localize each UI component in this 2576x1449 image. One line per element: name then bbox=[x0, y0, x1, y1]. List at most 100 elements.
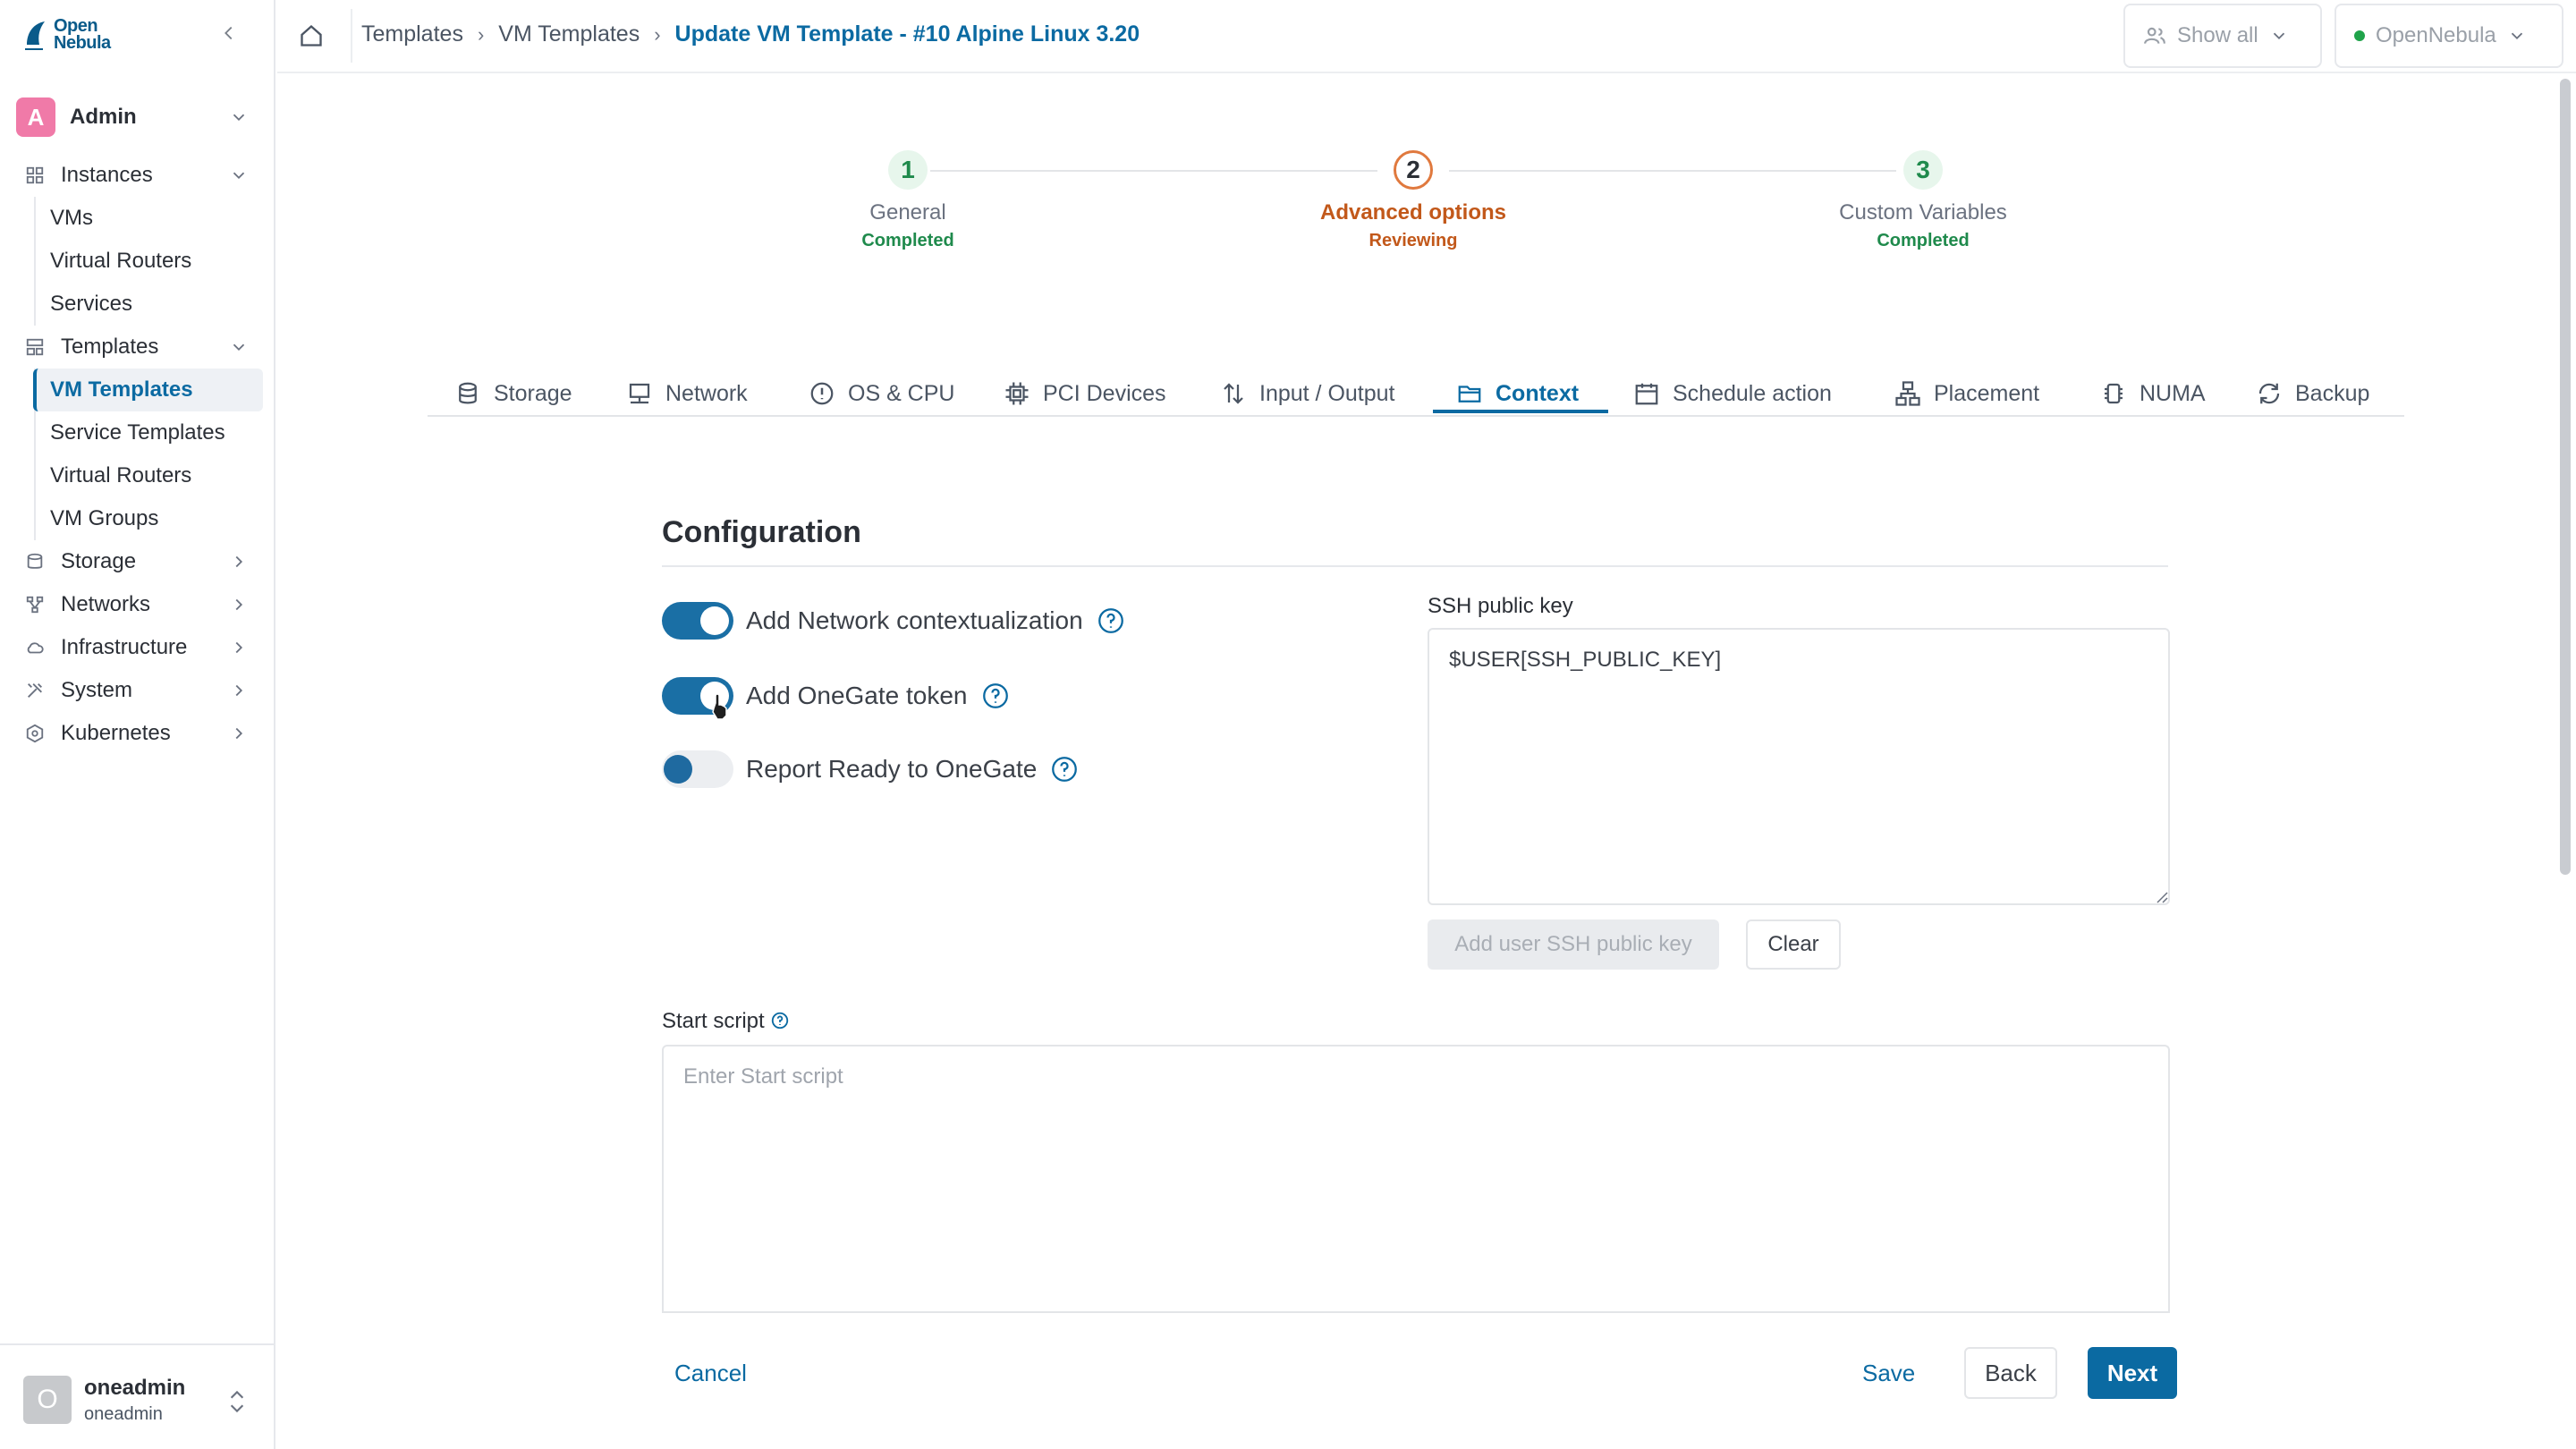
sidebar-section-templates[interactable]: Templates bbox=[0, 326, 275, 369]
chevron-updown-icon[interactable] bbox=[225, 1386, 249, 1417]
add-user-ssh-key-button[interactable]: Add user SSH public key bbox=[1428, 919, 1719, 970]
step-status: Reviewing bbox=[1368, 231, 1458, 250]
sidebar-item-virtual-routers[interactable]: Virtual Routers bbox=[36, 240, 275, 283]
sidebar-sub-templates: VM Templates Service Templates Virtual R… bbox=[33, 369, 275, 540]
tab-schedule-action[interactable]: Schedule action bbox=[1633, 370, 1832, 417]
next-button[interactable]: Next bbox=[2088, 1347, 2177, 1399]
switch-knob bbox=[664, 755, 692, 784]
clear-ssh-key-button[interactable]: Clear bbox=[1746, 919, 1841, 970]
tab-os-cpu[interactable]: OS & CPU bbox=[809, 370, 954, 417]
current-user-name: oneadmin bbox=[84, 1376, 186, 1400]
sidebar-section-kubernetes[interactable]: Kubernetes bbox=[0, 712, 275, 755]
tab-storage[interactable]: Storage bbox=[454, 370, 572, 417]
info-circle-icon bbox=[810, 382, 834, 405]
logo-text: Open Nebula bbox=[54, 17, 111, 52]
zone-label: OpenNebula bbox=[2376, 23, 2496, 47]
sidebar-section-label: System bbox=[61, 678, 133, 702]
resize-grip-icon[interactable] bbox=[2154, 889, 2168, 903]
save-button[interactable]: Save bbox=[1862, 1360, 1915, 1387]
sidebar-section-instances[interactable]: Instances bbox=[0, 154, 275, 197]
section-title: Configuration bbox=[662, 515, 861, 549]
step-number: 1 bbox=[888, 150, 928, 190]
chevron-right-icon bbox=[235, 727, 243, 740]
help-icon[interactable] bbox=[1049, 754, 1080, 784]
help-icon[interactable] bbox=[770, 1011, 790, 1030]
kubernetes-icon bbox=[26, 724, 44, 743]
chevron-right-icon: › bbox=[477, 22, 485, 46]
zone-status-dot bbox=[2354, 30, 2365, 41]
home-icon[interactable] bbox=[299, 23, 324, 48]
step-custom-variables[interactable]: 3 Custom Variables Completed bbox=[1789, 150, 2057, 251]
switch-knob bbox=[700, 606, 729, 635]
folder-icon bbox=[1458, 386, 1481, 402]
active-tab-indicator bbox=[1433, 410, 1608, 413]
start-script-placeholder: Enter Start script bbox=[683, 1064, 843, 1089]
start-script-label: Start script bbox=[662, 1009, 765, 1033]
monitor-network-icon bbox=[629, 383, 650, 404]
breadcrumb-templates[interactable]: Templates bbox=[361, 21, 463, 47]
chevron-right-icon bbox=[235, 598, 243, 611]
cancel-button[interactable]: Cancel bbox=[674, 1360, 747, 1387]
chevron-down-icon bbox=[2511, 32, 2522, 40]
step-status: Completed bbox=[861, 231, 954, 250]
step-advanced-options[interactable]: 2 Advanced options Reviewing bbox=[1279, 150, 1547, 251]
tab-label: Storage bbox=[494, 380, 572, 406]
network-contextualization-switch[interactable] bbox=[662, 602, 733, 640]
chevron-down-icon bbox=[233, 114, 245, 122]
current-user-panel[interactable]: O oneadmin oneadmin bbox=[0, 1343, 275, 1449]
zone-selector[interactable]: OpenNebula bbox=[2334, 4, 2563, 68]
sidebar-item-vm-templates[interactable]: VM Templates bbox=[33, 369, 263, 411]
breadcrumb-vm-templates[interactable]: VM Templates bbox=[498, 21, 640, 47]
sidebar-item-services[interactable]: Services bbox=[36, 283, 275, 326]
sidebar-section-system[interactable]: System bbox=[0, 669, 275, 712]
tab-numa[interactable]: NUMA bbox=[2100, 370, 2206, 417]
show-all-filter[interactable]: Show all bbox=[2123, 4, 2322, 68]
sidebar-item-vm-groups[interactable]: VM Groups bbox=[36, 497, 275, 540]
ssh-key-label: SSH public key bbox=[1428, 594, 1573, 618]
topbar: Templates › VM Templates › Update VM Tem… bbox=[277, 0, 2576, 73]
start-script-textarea[interactable]: Enter Start script bbox=[662, 1045, 2170, 1311]
avatar: A bbox=[16, 97, 55, 137]
tab-label: Backup bbox=[2295, 380, 2370, 406]
help-icon[interactable] bbox=[1096, 606, 1126, 636]
tab-pci-devices[interactable]: PCI Devices bbox=[1004, 370, 1166, 417]
calendar-icon bbox=[1635, 383, 1658, 405]
grid-icon bbox=[26, 166, 44, 184]
tab-placement[interactable]: Placement bbox=[1894, 370, 2039, 417]
sidebar-section-label: Infrastructure bbox=[61, 635, 188, 659]
chevron-right-icon bbox=[235, 555, 243, 568]
sidebar-section-networks[interactable]: Networks bbox=[0, 583, 275, 626]
tab-backup[interactable]: Backup bbox=[2256, 370, 2369, 417]
scrollbar[interactable] bbox=[2560, 79, 2571, 875]
user-switcher[interactable]: A Admin bbox=[16, 97, 258, 138]
collapse-sidebar-icon[interactable] bbox=[218, 23, 240, 45]
opennebula-logo[interactable]: Open Nebula bbox=[23, 17, 111, 52]
divider bbox=[662, 565, 2168, 567]
sidebar-item-vms[interactable]: VMs bbox=[36, 197, 275, 240]
tab-label: NUMA bbox=[2140, 380, 2206, 406]
tab-label: Context bbox=[1496, 380, 1580, 406]
report-ready-switch[interactable] bbox=[662, 750, 733, 788]
divider bbox=[662, 1311, 2170, 1313]
database-icon bbox=[459, 382, 477, 404]
sidebar-section-label: Storage bbox=[61, 549, 137, 573]
sidebar: Open Nebula A Admin Instances VMs Virtua… bbox=[0, 0, 275, 1449]
sidebar-item-virtual-routers-templates[interactable]: Virtual Routers bbox=[36, 454, 275, 497]
show-all-label: Show all bbox=[2177, 23, 2258, 47]
arrows-updown-icon bbox=[1224, 383, 1243, 404]
tab-input-output[interactable]: Input / Output bbox=[1220, 370, 1395, 417]
help-icon[interactable] bbox=[980, 681, 1011, 711]
step-general[interactable]: 1 General Completed bbox=[801, 150, 1015, 251]
sidebar-item-service-templates[interactable]: Service Templates bbox=[36, 411, 275, 454]
tab-network[interactable]: Network bbox=[626, 370, 748, 417]
chevron-right-icon bbox=[235, 684, 243, 697]
step-title: Advanced options bbox=[1319, 200, 1507, 225]
toggle-label: Add Network contextualization bbox=[746, 606, 1083, 634]
ssh-key-textarea[interactable]: $USER[SSH_PUBLIC_KEY] bbox=[1428, 628, 2170, 905]
avatar: O bbox=[23, 1376, 72, 1424]
sidebar-section-storage[interactable]: Storage bbox=[0, 540, 275, 583]
tab-label: Placement bbox=[1934, 380, 2040, 406]
tab-label: OS & CPU bbox=[848, 380, 955, 406]
back-button[interactable]: Back bbox=[1964, 1347, 2057, 1399]
sidebar-section-infrastructure[interactable]: Infrastructure bbox=[0, 626, 275, 669]
